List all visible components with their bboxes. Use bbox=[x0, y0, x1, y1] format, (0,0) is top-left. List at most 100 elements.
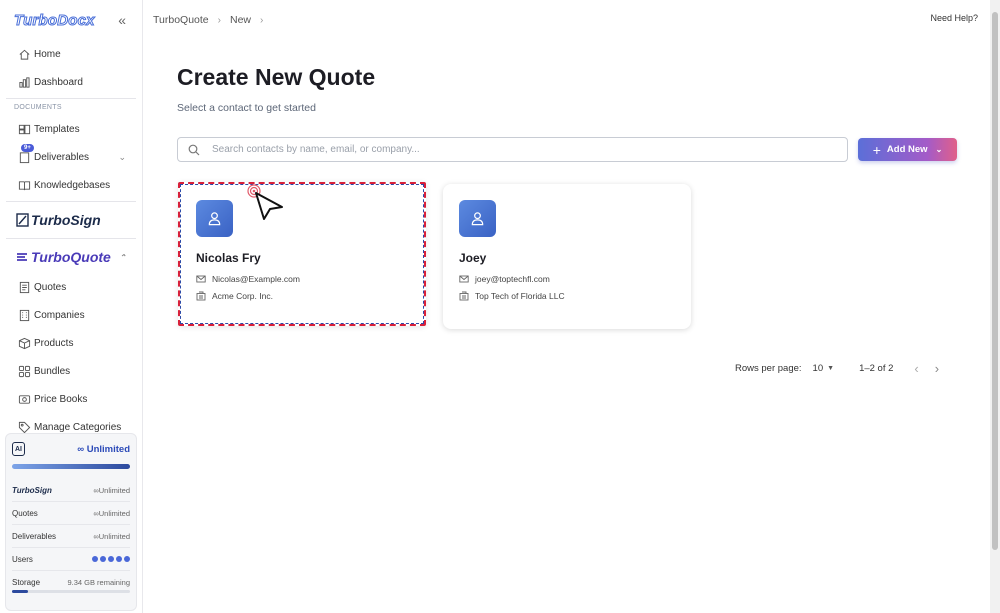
tag-icon bbox=[18, 421, 31, 434]
users-dots bbox=[92, 556, 130, 562]
contact-card[interactable]: Joey joey@toptechfl.com Top Tech of Flor… bbox=[443, 184, 691, 329]
chevron-down-icon[interactable]: ⌄ bbox=[118, 152, 126, 163]
next-page-button[interactable]: › bbox=[935, 361, 939, 376]
sidebar-item-label: Quotes bbox=[34, 281, 67, 293]
usage-value: ∞Unlimited bbox=[93, 485, 130, 495]
contact-card[interactable]: Nicolas Fry Nicolas@Example.com Acme Cor… bbox=[178, 182, 426, 326]
pagination-range: 1–2 of 2 bbox=[859, 363, 894, 374]
search-input[interactable] bbox=[212, 144, 812, 155]
notification-badge: 9+ bbox=[21, 144, 34, 152]
divider bbox=[6, 98, 136, 99]
logo-row: TurboDocx « bbox=[0, 0, 142, 40]
rows-per-page-label: Rows per page: bbox=[735, 363, 802, 374]
mail-icon bbox=[459, 275, 469, 283]
usage-row-turbosign: TurboSign ∞Unlimited bbox=[12, 479, 130, 502]
quote-doc-icon bbox=[18, 281, 31, 294]
price-book-icon bbox=[18, 393, 31, 406]
app-logo[interactable]: TurboDocx bbox=[14, 11, 96, 29]
contact-email: joey@toptechfl.com bbox=[475, 274, 550, 284]
contact-avatar bbox=[196, 200, 233, 237]
usage-value-text: Unlimited bbox=[98, 485, 130, 495]
sidebar-item-knowledgebases[interactable]: Knowledgebases bbox=[0, 171, 142, 199]
usage-label: Storage bbox=[12, 578, 41, 587]
chevron-down-icon: ⌄ bbox=[935, 145, 943, 154]
breadcrumb-turboquote[interactable]: TurboQuote bbox=[153, 14, 209, 26]
sidebar-item-label: Knowledgebases bbox=[34, 179, 111, 191]
usage-value-text: Unlimited bbox=[98, 508, 130, 518]
turbosign-logo-icon bbox=[16, 213, 29, 227]
usage-row-quotes: Quotes ∞Unlimited bbox=[12, 502, 130, 525]
usage-label: TurboSign bbox=[12, 485, 52, 495]
previous-page-button[interactable]: ‹ bbox=[914, 361, 918, 376]
ai-icon: AI bbox=[12, 442, 25, 456]
usage-value-text: Unlimited bbox=[98, 531, 130, 541]
user-icon bbox=[208, 212, 221, 226]
bundle-icon bbox=[18, 365, 31, 378]
sidebar-item-label: Companies bbox=[34, 309, 85, 321]
rows-per-page-select[interactable]: 10 bbox=[813, 363, 824, 374]
mouse-cursor-icon bbox=[247, 184, 283, 220]
need-help-link[interactable]: Need Help? bbox=[930, 13, 978, 23]
ai-usage-bar bbox=[12, 464, 130, 469]
ai-usage-row: AI ∞ Unlimited bbox=[12, 440, 130, 458]
sidebar-item-products[interactable]: Products bbox=[0, 329, 142, 357]
usage-label: Deliverables bbox=[12, 531, 57, 541]
contact-company: Top Tech of Florida LLC bbox=[475, 291, 565, 301]
storage-bar bbox=[12, 590, 130, 593]
book-icon bbox=[18, 179, 31, 192]
contact-company: Acme Corp. Inc. bbox=[212, 291, 273, 301]
chevron-right-icon: › bbox=[217, 14, 221, 26]
ai-usage-value: ∞ Unlimited bbox=[77, 443, 130, 455]
section-label-documents: DOCUMENTS bbox=[14, 104, 62, 111]
usage-value: 9.34 GB remaining bbox=[67, 578, 130, 587]
sidebar-item-price-books[interactable]: Price Books bbox=[0, 385, 142, 413]
deliverables-icon bbox=[18, 151, 31, 164]
usage-row-deliverables: Deliverables ∞Unlimited bbox=[12, 525, 130, 548]
divider bbox=[6, 238, 136, 239]
sidebar: TurboDocx « Home Dashboard DOCUMENTS Tem… bbox=[0, 0, 143, 613]
chevron-right-icon: › bbox=[260, 14, 264, 26]
breadcrumb: TurboQuote › New › Need Help? bbox=[143, 0, 990, 40]
sidebar-item-templates[interactable]: Templates bbox=[0, 115, 142, 143]
sidebar-item-deliverables[interactable]: 9+ Deliverables ⌄ bbox=[0, 143, 142, 171]
sidebar-item-bundles[interactable]: Bundles bbox=[0, 357, 142, 385]
collapse-sidebar-icon[interactable]: « bbox=[118, 12, 126, 28]
contact-company-row: Top Tech of Florida LLC bbox=[459, 291, 675, 301]
divider bbox=[6, 201, 136, 202]
turboquote-logo-icon bbox=[16, 250, 29, 264]
sidebar-item-label: Deliverables bbox=[34, 151, 90, 163]
turboquote-brand[interactable]: TurboQuote ⌃ bbox=[0, 241, 142, 273]
add-new-button[interactable]: + Add New ⌄ bbox=[858, 138, 957, 161]
sidebar-item-label: Manage Categories bbox=[34, 421, 122, 433]
user-icon bbox=[471, 212, 484, 226]
sidebar-item-home[interactable]: Home bbox=[0, 40, 142, 68]
home-icon bbox=[18, 48, 31, 61]
breadcrumb-new[interactable]: New bbox=[230, 14, 251, 26]
sidebar-item-label: Price Books bbox=[34, 393, 88, 405]
scrollbar-thumb[interactable] bbox=[992, 12, 998, 550]
sidebar-item-label: Dashboard bbox=[34, 76, 83, 88]
pagination: Rows per page: 10 ▼ 1–2 of 2 ‹ › bbox=[735, 361, 939, 376]
search-icon bbox=[188, 144, 200, 155]
templates-icon bbox=[18, 123, 31, 136]
sidebar-item-companies[interactable]: Companies bbox=[0, 301, 142, 329]
chart-icon bbox=[18, 76, 31, 89]
mail-icon bbox=[196, 275, 206, 283]
usage-row-users: Users bbox=[12, 548, 130, 571]
usage-value: ∞Unlimited bbox=[93, 508, 130, 518]
usage-label: Quotes bbox=[12, 508, 38, 518]
sidebar-item-dashboard[interactable]: Dashboard bbox=[0, 68, 142, 96]
search-box[interactable] bbox=[177, 137, 848, 162]
sidebar-item-label: Templates bbox=[34, 123, 80, 135]
building-icon bbox=[18, 309, 31, 322]
chevron-up-icon[interactable]: ⌃ bbox=[119, 253, 126, 262]
caret-down-icon[interactable]: ▼ bbox=[827, 365, 834, 372]
turbosign-brand[interactable]: TurboSign bbox=[0, 204, 142, 236]
usage-label: Users bbox=[12, 554, 33, 564]
sidebar-item-quotes[interactable]: Quotes bbox=[0, 273, 142, 301]
contact-name: Joey bbox=[459, 251, 487, 265]
turbosign-label: TurboSign bbox=[31, 212, 101, 228]
scrollbar[interactable] bbox=[990, 0, 1000, 613]
plus-icon: + bbox=[872, 141, 881, 158]
contact-email-row: Nicolas@Example.com bbox=[196, 274, 408, 284]
